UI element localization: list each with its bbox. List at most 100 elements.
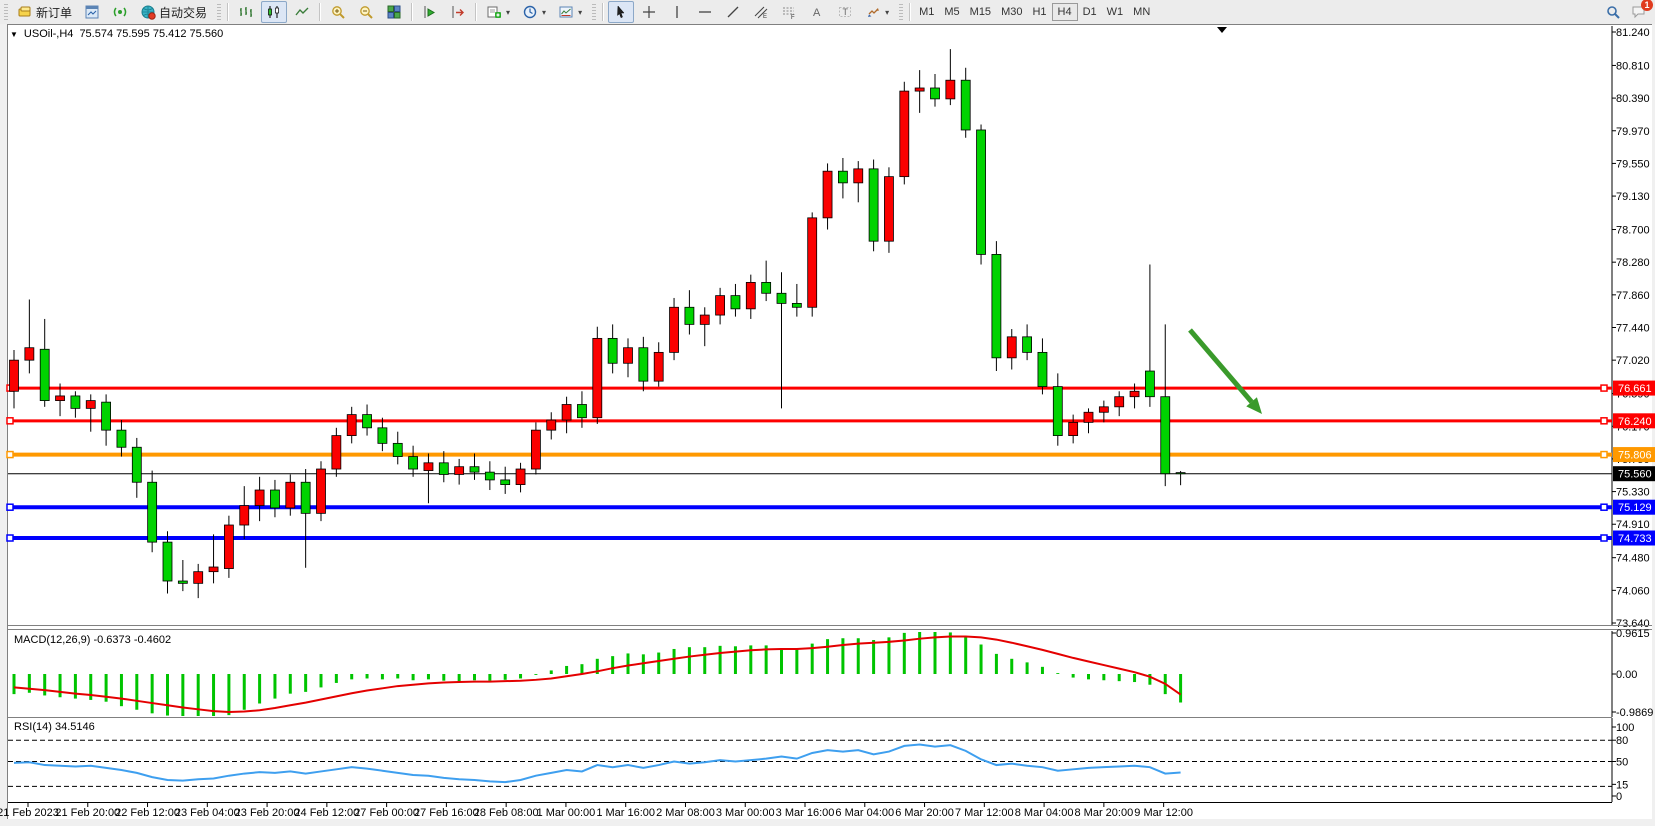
chart-window-button[interactable] xyxy=(79,1,105,23)
chart-window-icon xyxy=(84,4,100,20)
period-icon xyxy=(522,4,538,20)
tf-m15[interactable]: M15 xyxy=(965,4,996,20)
tf-h4[interactable]: H4 xyxy=(1052,3,1078,21)
svg-text:23 Feb 20:00: 23 Feb 20:00 xyxy=(235,807,300,819)
chart-shift-button[interactable] xyxy=(445,1,471,23)
svg-text:78.700: 78.700 xyxy=(1616,225,1650,237)
trendline-icon xyxy=(725,4,741,20)
zoom-out-button[interactable] xyxy=(353,1,379,23)
autotrade-button[interactable]: 自动交易 xyxy=(135,1,212,23)
tile-windows-button[interactable] xyxy=(381,1,407,23)
tf-m30[interactable]: M30 xyxy=(996,4,1027,20)
toolbar-separator xyxy=(319,3,321,21)
vertical-line-tool-button[interactable] xyxy=(664,1,690,23)
candlestick-chart-button[interactable] xyxy=(261,1,287,23)
svg-text:79.130: 79.130 xyxy=(1616,191,1650,203)
channel-tool-button[interactable]: E xyxy=(748,1,774,23)
label-icon: T xyxy=(837,4,853,20)
svg-text:22 Feb 12:00: 22 Feb 12:00 xyxy=(115,807,180,819)
svg-text:79.970: 79.970 xyxy=(1616,126,1650,138)
tf-d1[interactable]: D1 xyxy=(1078,4,1102,20)
svg-text:1 Mar 00:00: 1 Mar 00:00 xyxy=(537,807,596,819)
bar-chart-icon xyxy=(238,4,254,20)
cursor-tool-button[interactable] xyxy=(608,1,634,23)
toolbar-separator xyxy=(909,3,911,21)
chart-canvas[interactable]: 81.240 80.810 80.390 79.970 79.550 79.130 78.7… xyxy=(0,24,1655,826)
tf-w1[interactable]: W1 xyxy=(1102,4,1129,20)
svg-text:74.060: 74.060 xyxy=(1616,585,1650,597)
svg-text:21 Feb 2023: 21 Feb 2023 xyxy=(0,807,59,819)
svg-text:79.550: 79.550 xyxy=(1616,158,1650,170)
fibonacci-tool-button[interactable]: F xyxy=(776,1,802,23)
svg-text:100: 100 xyxy=(1616,722,1634,734)
templates-button[interactable]: ▾ xyxy=(553,1,587,23)
svg-text:75.806: 75.806 xyxy=(1618,450,1652,462)
svg-text:80.390: 80.390 xyxy=(1616,93,1650,105)
svg-text:75.560: 75.560 xyxy=(1618,469,1652,481)
chart-window: 81.240 80.810 80.390 79.970 79.550 79.130 78.7… xyxy=(0,24,1655,826)
toolbar-separator xyxy=(411,3,413,21)
arrows-tool-button[interactable]: ▾ xyxy=(860,1,894,23)
new-order-button[interactable]: 新订单 xyxy=(12,1,77,23)
svg-text:E: E xyxy=(763,14,767,20)
toolbar-grip xyxy=(592,4,596,20)
svg-text:0.9615: 0.9615 xyxy=(1616,628,1650,640)
svg-text:8 Mar 20:00: 8 Mar 20:00 xyxy=(1075,807,1134,819)
svg-text:78.280: 78.280 xyxy=(1616,257,1650,269)
zoom-in-icon xyxy=(330,4,346,20)
cursor-icon xyxy=(613,4,629,20)
tf-m5[interactable]: M5 xyxy=(939,4,964,20)
svg-text:80: 80 xyxy=(1616,735,1628,747)
svg-text:A: A xyxy=(813,7,821,19)
svg-text:0.00: 0.00 xyxy=(1616,669,1637,681)
macd-indicator-label: MACD(12,26,9) -0.6373 -0.4602 xyxy=(14,634,171,646)
chevron-down-icon: ▾ xyxy=(578,8,582,17)
svg-text:77.020: 77.020 xyxy=(1616,355,1650,367)
template-icon xyxy=(558,4,574,20)
svg-text:80.810: 80.810 xyxy=(1616,60,1650,72)
rsi-indicator-label: RSI(14) 34.5146 xyxy=(14,721,95,733)
tf-mn[interactable]: MN xyxy=(1128,4,1155,20)
svg-text:74.910: 74.910 xyxy=(1616,519,1650,531)
symbol-dropdown-icon[interactable]: ▼ xyxy=(10,30,18,39)
search-icon[interactable] xyxy=(1605,4,1621,20)
signals-icon xyxy=(112,4,128,20)
svg-text:3 Mar 16:00: 3 Mar 16:00 xyxy=(776,807,835,819)
svg-text:77.860: 77.860 xyxy=(1616,290,1650,302)
crosshair-tool-button[interactable] xyxy=(636,1,662,23)
main-toolbar: 新订单 自动交易 xyxy=(0,0,1655,25)
svg-text:81.240: 81.240 xyxy=(1616,27,1650,39)
tf-m1[interactable]: M1 xyxy=(914,4,939,20)
svg-text:27 Feb 16:00: 27 Feb 16:00 xyxy=(414,807,479,819)
toolbar-grip xyxy=(4,4,8,20)
signals-button[interactable] xyxy=(107,1,133,23)
line-chart-icon xyxy=(294,4,310,20)
chart-shift-icon xyxy=(450,4,466,20)
toolbar-separator xyxy=(602,3,604,21)
notifications-button[interactable]: 1 xyxy=(1631,3,1647,22)
svg-text:75.129: 75.129 xyxy=(1618,502,1652,514)
new-chart-button[interactable]: ▾ xyxy=(481,1,515,23)
svg-text:21 Feb 20:00: 21 Feb 20:00 xyxy=(55,807,120,819)
text-tool-button[interactable]: A xyxy=(804,1,830,23)
svg-text:1 Mar 16:00: 1 Mar 16:00 xyxy=(596,807,655,819)
crosshair-icon xyxy=(641,4,657,20)
auto-scroll-button[interactable] xyxy=(417,1,443,23)
svg-text:76.240: 76.240 xyxy=(1618,416,1652,428)
zoom-in-button[interactable] xyxy=(325,1,351,23)
svg-text:6 Mar 04:00: 6 Mar 04:00 xyxy=(835,807,894,819)
label-tool-button[interactable]: T xyxy=(832,1,858,23)
trendline-tool-button[interactable] xyxy=(720,1,746,23)
horizontal-line-icon xyxy=(697,4,713,20)
text-icon: A xyxy=(809,4,825,20)
line-chart-button[interactable] xyxy=(289,1,315,23)
notification-badge: 1 xyxy=(1641,0,1653,11)
toolbar-separator xyxy=(227,3,229,21)
periods-button[interactable]: ▾ xyxy=(517,1,551,23)
autotrade-icon xyxy=(140,4,156,20)
tf-h1[interactable]: H1 xyxy=(1027,4,1051,20)
svg-text:0: 0 xyxy=(1616,791,1622,803)
bar-chart-button[interactable] xyxy=(233,1,259,23)
horizontal-line-tool-button[interactable] xyxy=(692,1,718,23)
autotrade-label: 自动交易 xyxy=(159,4,207,21)
